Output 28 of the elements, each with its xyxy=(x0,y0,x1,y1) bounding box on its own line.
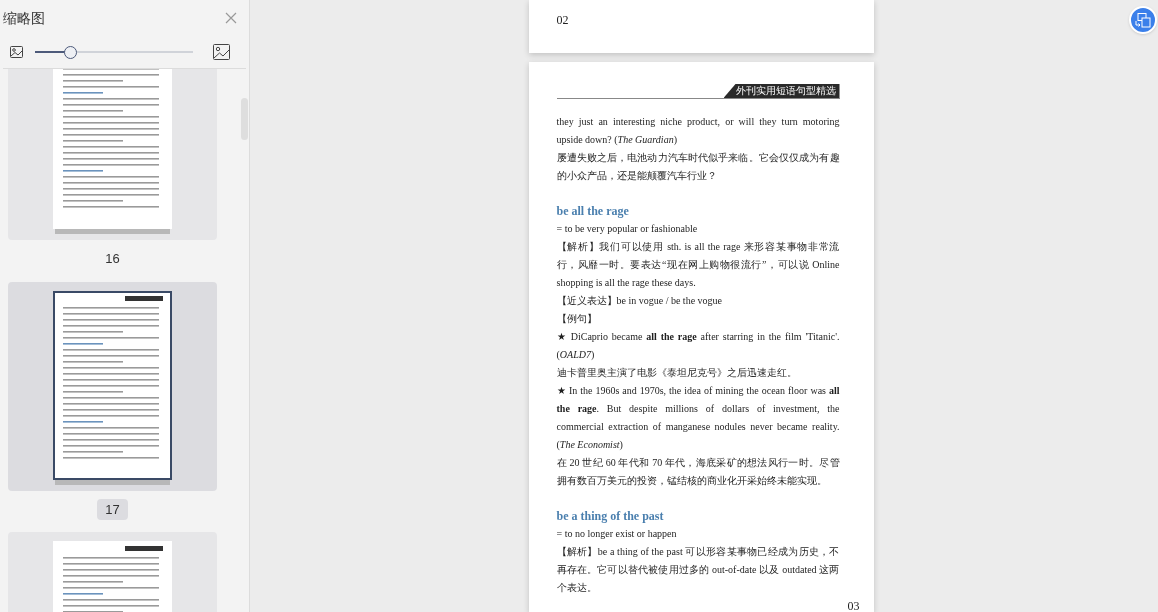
paragraph: 迪卡普里奥主演了电影《泰坦尼克号》之后迅速走红。 xyxy=(556,366,798,380)
paragraph: ★ In the 1960s and 1970s, the idea of mining the ocean floor was all the rage. But despite millions of dollars of investment, the commercial extraction of manganese nodules never became reality. (The Economist) xyxy=(556,384,840,452)
large-image-icon[interactable] xyxy=(213,44,230,60)
paragraph: 在 20 世纪 60 年代和 70 年代，海底采矿的想法风行一时。尽管拥有数百万美元的投资，锰结核的商业化开采始终未能实现。 xyxy=(556,456,840,488)
paragraph: ★ DiCaprio became all the rage after starring in the film 'Titanic'. (OALD7) xyxy=(556,330,840,362)
zoom-slider[interactable] xyxy=(35,45,193,59)
page-number: 02 xyxy=(556,12,569,29)
small-image-icon[interactable] xyxy=(10,46,23,58)
close-icon[interactable] xyxy=(225,12,237,24)
phrase-heading: be a thing of the past xyxy=(556,508,665,525)
paragraph: 【解析】我们可以使用 sth. is all the rage 来形容某事物非常流行，风靡一时。要表达“现在网上购物很流行”，可以说 Online shopping is all the rage these days. xyxy=(556,240,840,290)
paragraph: 屡遭失败之后，电池动力汽车时代似乎来临。它会仅仅成为有趣的小众产品，还是能颠覆汽车行业？ xyxy=(556,151,840,183)
page-number-label: 16 xyxy=(104,250,121,268)
paragraph: = to be very popular or fashionable xyxy=(556,222,699,236)
paragraph: 【例句】 xyxy=(556,312,598,326)
paragraph: = to no longer exist or happen xyxy=(556,527,678,541)
phrase-heading: be all the rage xyxy=(556,203,630,220)
page-export-icon xyxy=(1135,12,1151,28)
page-number: 03 xyxy=(847,598,860,612)
page-number-label: 17 xyxy=(97,498,128,520)
page-export-button[interactable] xyxy=(1129,6,1157,34)
sidebar-title: 缩略图 xyxy=(3,8,45,28)
paragraph: 【解析】be a thing of the past 可以形容某事物已经成为历史，不再存在。它可以替代被使用过多的 out-of-date 以及 outdated 这两个表达。 xyxy=(556,545,840,595)
chapter-banner: 外刊实用短语句型精选 xyxy=(723,84,840,98)
thumbnail-card[interactable] xyxy=(8,69,217,240)
paragraph: 【近义表达】be in vogue / be the vogue xyxy=(556,294,724,308)
thumbnail-card[interactable] xyxy=(8,281,217,491)
paragraph: they just an interesting niche product, or will they turn motoring upside down? (The Guardian) xyxy=(556,115,840,147)
